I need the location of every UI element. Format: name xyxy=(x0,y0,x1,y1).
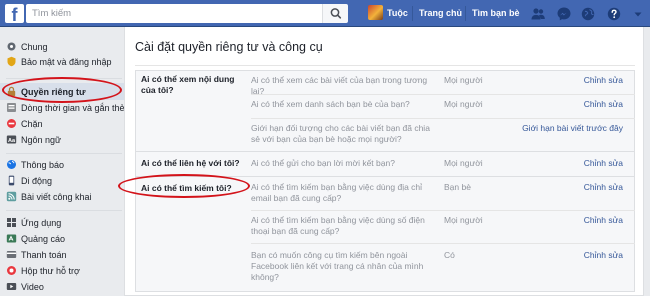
search-box[interactable] xyxy=(26,4,326,23)
setting-value: Có xyxy=(444,250,455,260)
sidebar-item-support-inbox[interactable]: Hộp thư hỗ trợ xyxy=(0,262,124,279)
video-icon xyxy=(6,283,17,290)
rss-icon xyxy=(6,191,17,202)
sidebar-item-mobile[interactable]: Di động xyxy=(0,172,124,189)
sidebar-item-public-posts[interactable]: Bài viết công khai xyxy=(0,188,124,205)
setting-question: Giới hạn đối tượng cho các bài viết bạn … xyxy=(251,123,430,144)
sidebar-item-label: Dòng thời gian và gắn thẻ xyxy=(21,102,125,113)
globe-notifications-icon[interactable] xyxy=(580,6,596,22)
page-title: Cài đặt quyền riêng tư và công cụ xyxy=(135,40,323,54)
find-friends-link[interactable]: Tìm bạn bè xyxy=(472,8,520,18)
friend-requests-icon[interactable] xyxy=(530,6,546,22)
setting-value: Mọi người xyxy=(444,158,483,168)
search-button[interactable] xyxy=(322,4,348,23)
profile-link[interactable]: Tuộc xyxy=(387,8,408,18)
setting-question: Ai có thể tìm kiếm bạn bằng việc dùng đị… xyxy=(251,182,423,203)
section-heading: Ai có thể liên hệ với tôi? xyxy=(141,158,240,168)
top-navigation-bar: f Tuộc Trang chủ Tìm bạn bè xyxy=(0,0,650,27)
language-icon: Aa xyxy=(6,135,17,144)
row-divider xyxy=(251,210,635,211)
setting-value: Mọi người xyxy=(444,215,483,225)
sidebar-item-apps[interactable]: Ứng dụng xyxy=(0,214,124,231)
sidebar-divider xyxy=(6,210,122,211)
sidebar-item-label: Ngôn ngữ xyxy=(21,134,62,145)
section-heading: Ai có thể xem nội dung của tôi? xyxy=(141,74,235,95)
setting-question: Ai có thể xem danh sách bạn bè của bạn? xyxy=(251,99,410,109)
row-divider xyxy=(251,118,635,119)
lifebuoy-icon xyxy=(7,266,16,275)
sidebar-item-label: Video xyxy=(21,281,44,292)
profile-avatar[interactable] xyxy=(368,5,383,20)
edit-link[interactable]: Chỉnh sửa xyxy=(584,215,623,225)
search-icon xyxy=(330,8,342,19)
sidebar-item-label: Quảng cáo xyxy=(21,233,66,244)
sidebar-item-security-login[interactable]: Bảo mật và đăng nhập xyxy=(0,53,124,70)
setting-value: Mọi người xyxy=(444,99,483,109)
facebook-logo[interactable]: f xyxy=(5,4,24,23)
apps-icon xyxy=(7,218,16,227)
sidebar-item-label: Hộp thư hỗ trợ xyxy=(21,265,80,276)
sidebar-item-label: Thông báo xyxy=(21,159,65,170)
highlight-oval-search xyxy=(118,174,250,198)
sidebar-item-payments[interactable]: Thanh toán xyxy=(0,246,124,263)
mobile-icon xyxy=(8,175,15,186)
sidebar-item-blocking[interactable]: Chặn xyxy=(0,115,124,132)
nav-divider xyxy=(465,6,466,21)
sidebar-item-label: Thanh toán xyxy=(21,249,67,260)
setting-value: Bạn bè xyxy=(444,182,471,192)
sidebar-item-notifications[interactable]: Thông báo xyxy=(0,156,124,173)
card-icon xyxy=(6,251,17,258)
sidebar-divider xyxy=(6,153,122,154)
sidebar-item-label: Bảo mật và đăng nhập xyxy=(21,56,112,67)
gear-icon xyxy=(7,42,16,51)
sidebar-item-label: Ứng dụng xyxy=(21,217,62,228)
home-link[interactable]: Trang chủ xyxy=(419,8,462,18)
setting-question: Ai có thể tìm kiếm bạn bằng việc dùng số… xyxy=(251,215,425,236)
setting-question: Bạn có muốn công cụ tìm kiếm bên ngoài F… xyxy=(251,250,424,282)
sidebar-item-label: Bài viết công khai xyxy=(21,191,92,202)
limit-past-posts-link[interactable]: Giới hạn bài viết trước đây xyxy=(522,123,623,133)
sidebar-item-language[interactable]: Aa Ngôn ngữ xyxy=(0,131,124,148)
row-divider xyxy=(251,243,635,244)
messenger-icon[interactable] xyxy=(556,6,572,22)
timeline-icon xyxy=(7,103,16,112)
edit-link[interactable]: Chỉnh sửa xyxy=(584,99,623,109)
edit-link[interactable]: Chỉnh sửa xyxy=(584,182,623,192)
ads-icon xyxy=(6,234,17,243)
shield-icon xyxy=(7,56,16,67)
edit-link[interactable]: Chỉnh sửa xyxy=(584,250,623,260)
sidebar-item-ads[interactable]: Quảng cáo xyxy=(0,230,124,247)
privacy-settings-panel: Cài đặt quyền riêng tư và công cụ Ai có … xyxy=(124,27,644,296)
search-input[interactable] xyxy=(26,4,326,23)
edit-link[interactable]: Chỉnh sửa xyxy=(584,75,623,85)
title-divider xyxy=(135,65,635,66)
sidebar-item-label: Di động xyxy=(21,175,53,186)
sidebar-item-label: Chung xyxy=(21,41,48,52)
highlight-oval-privacy xyxy=(2,77,122,103)
settings-sidebar: Chung Bảo mật và đăng nhập Quyền riêng t… xyxy=(0,27,124,296)
help-icon[interactable] xyxy=(606,6,622,22)
svg-text:Aa: Aa xyxy=(8,138,16,144)
setting-value: Mọi người xyxy=(444,75,483,85)
block-icon xyxy=(7,119,16,128)
nav-divider xyxy=(412,6,413,21)
setting-question: Ai có thể gửi cho bạn lời mời kết bạn? xyxy=(251,158,395,168)
sidebar-item-videos[interactable]: Video xyxy=(0,278,124,295)
row-divider xyxy=(251,94,635,95)
sidebar-item-label: Chặn xyxy=(21,118,43,129)
edit-link[interactable]: Chỉnh sửa xyxy=(584,158,623,168)
globe-icon xyxy=(7,160,16,169)
account-menu-caret-icon[interactable] xyxy=(630,6,646,22)
